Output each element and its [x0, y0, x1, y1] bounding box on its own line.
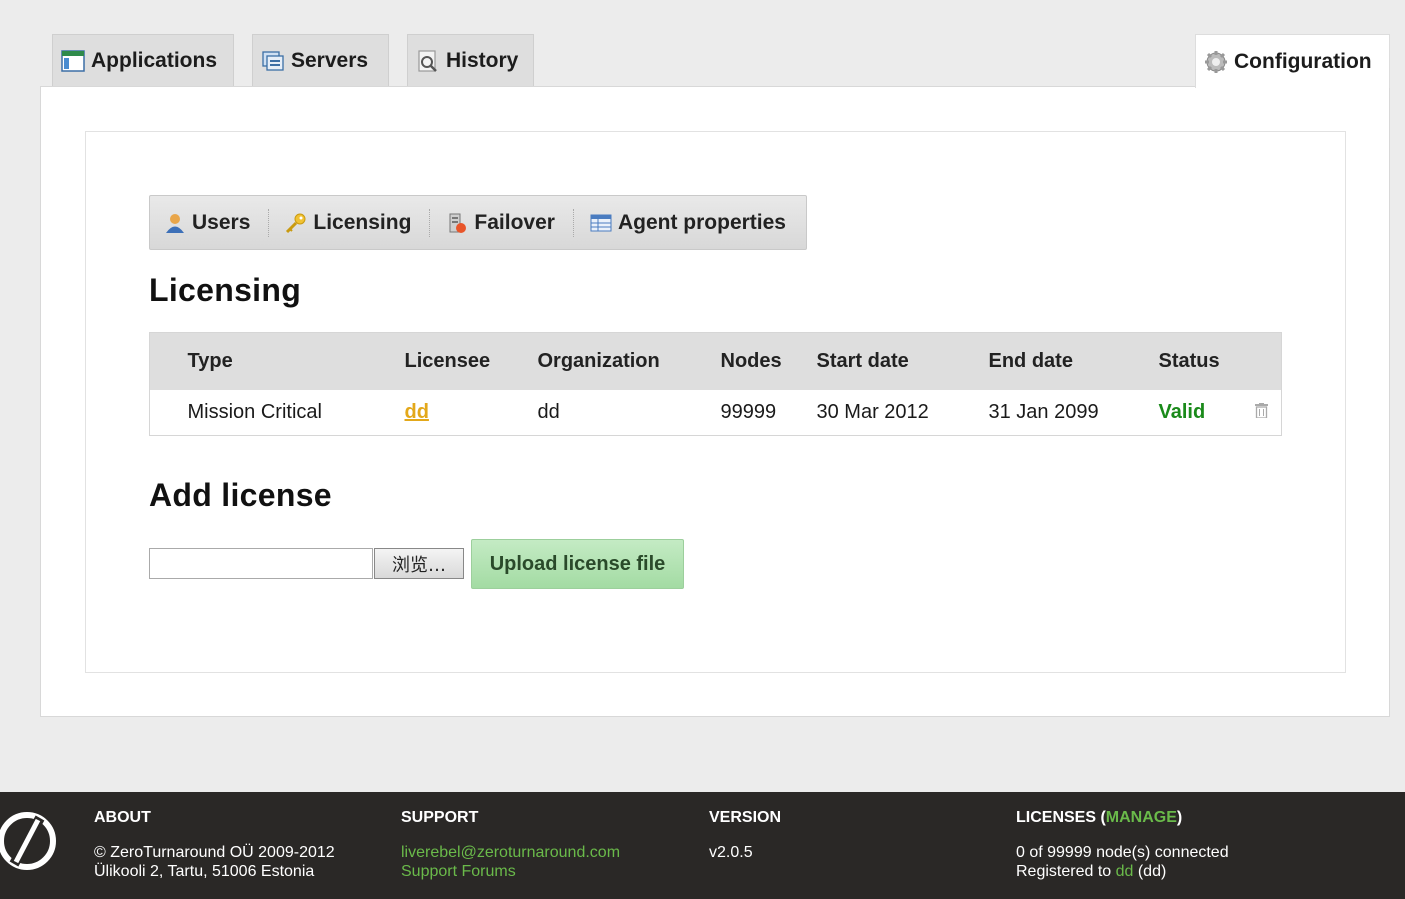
tab-servers-label: Servers: [291, 49, 369, 72]
tab-configuration-label: Configuration: [1234, 49, 1372, 73]
licensing-heading: Licensing: [149, 272, 302, 308]
footer-version: VERSION v2.0.5: [709, 808, 781, 862]
zeroturnaround-logo-icon: [0, 810, 58, 872]
subnav-separator: [572, 208, 574, 237]
content-box: Users Licensing Failover Agent propertie…: [85, 131, 1346, 673]
tab-applications-label: Applications: [91, 49, 218, 72]
applications-icon: [61, 49, 85, 73]
col-organization: Organization: [537, 349, 660, 372]
manage-link[interactable]: MANAGE: [1106, 809, 1177, 826]
col-start-date: Start date: [816, 349, 909, 372]
add-license-heading: Add license: [149, 477, 332, 513]
trash-icon[interactable]: [1254, 401, 1268, 419]
version-heading: VERSION: [709, 809, 782, 826]
subtab-licensing-label: Licensing: [313, 210, 412, 234]
licenses-heading-prefix: LICENSES (: [1016, 809, 1106, 826]
subtab-failover[interactable]: Failover: [444, 211, 569, 235]
nodes-cell: 99999: [720, 400, 777, 423]
licensee-link[interactable]: dd: [405, 401, 429, 423]
version-value: v2.0.5: [709, 844, 753, 861]
spacer-cell: [1255, 333, 1282, 390]
key-icon: [285, 212, 307, 234]
registered-to-text: Registered to dd (dd): [1016, 862, 1229, 881]
table-icon: [590, 212, 612, 234]
table-header-row: Type Licensee Organization Nodes Start d…: [149, 332, 1282, 390]
tab-history[interactable]: History: [407, 34, 534, 87]
footer: ABOUT © ZeroTurnaround OÜ 2009-2012 Ülik…: [0, 792, 1405, 899]
subtab-agent-properties[interactable]: Agent properties: [588, 211, 800, 235]
support-heading: SUPPORT: [401, 809, 479, 826]
licenses-heading: LICENSES (MANAGE): [1016, 808, 1229, 827]
subtab-licensing[interactable]: Licensing: [283, 211, 425, 235]
col-end-date: End date: [988, 349, 1073, 372]
footer-about: ABOUT © ZeroTurnaround OÜ 2009-2012 Ülik…: [94, 808, 335, 881]
upload-license-button[interactable]: Upload license file: [471, 539, 684, 589]
tab-history-label: History: [446, 49, 519, 72]
copyright-text: © ZeroTurnaround OÜ 2009-2012: [94, 844, 335, 861]
footer-licenses: LICENSES (MANAGE) 0 of 99999 node(s) con…: [1016, 808, 1229, 881]
nodes-connected-text: 0 of 99999 node(s) connected: [1016, 844, 1229, 861]
subnav-separator: [429, 208, 431, 237]
spacer-cell: [150, 333, 188, 390]
servers-icon: [261, 49, 285, 73]
start-date-cell: 30 Mar 2012: [816, 400, 929, 423]
tab-configuration[interactable]: Configuration: [1195, 34, 1390, 88]
tab-applications[interactable]: Applications: [52, 34, 234, 87]
col-status: Status: [1158, 349, 1220, 372]
subtab-users-label: Users: [192, 210, 251, 234]
main-panel: Users Licensing Failover Agent propertie…: [40, 86, 1390, 717]
footer-support: SUPPORT liverebel@zeroturnaround.com Sup…: [401, 808, 620, 881]
subnav-separator: [268, 208, 270, 237]
col-nodes: Nodes: [720, 349, 782, 372]
tab-servers[interactable]: Servers: [252, 34, 389, 87]
col-type: Type: [187, 349, 233, 372]
licenses-heading-suffix: ): [1176, 809, 1183, 826]
delete-cell: [1254, 390, 1282, 436]
registered-suffix: (dd): [1133, 863, 1167, 880]
subtab-users[interactable]: Users: [162, 211, 264, 235]
registered-prefix: Registered to: [1016, 863, 1116, 880]
licensee-cell: dd: [405, 390, 538, 436]
about-heading: ABOUT: [94, 809, 151, 826]
subtab-failover-label: Failover: [474, 210, 555, 234]
spacer-cell: [150, 390, 188, 436]
col-licensee: Licensee: [404, 349, 491, 372]
gear-icon: [1204, 50, 1228, 74]
table-row: Mission Critical dd dd 99999 30 Mar 2012…: [149, 389, 1282, 436]
address-text: Ülikooli 2, Tartu, 51006 Estonia: [94, 863, 315, 880]
registered-link[interactable]: dd: [1116, 863, 1134, 880]
end-date-cell: 31 Jan 2099: [988, 400, 1099, 423]
license-file-input[interactable]: [149, 548, 373, 579]
support-forums-link[interactable]: Support Forums: [401, 862, 620, 881]
support-email-link[interactable]: liverebel@zeroturnaround.com: [401, 843, 620, 862]
status-cell: Valid: [1159, 390, 1255, 436]
browse-button[interactable]: 浏览…: [374, 548, 464, 579]
configuration-subnav: Users Licensing Failover Agent propertie…: [149, 195, 807, 250]
failover-icon: [446, 212, 468, 234]
license-type: Mission Critical: [187, 400, 322, 423]
organization-cell: dd: [537, 400, 560, 423]
history-icon: [416, 49, 440, 73]
status-badge: Valid: [1158, 400, 1206, 423]
user-icon: [164, 212, 186, 234]
licenses-table: Type Licensee Organization Nodes Start d…: [149, 332, 1282, 436]
subtab-agent-properties-label: Agent properties: [617, 210, 786, 234]
